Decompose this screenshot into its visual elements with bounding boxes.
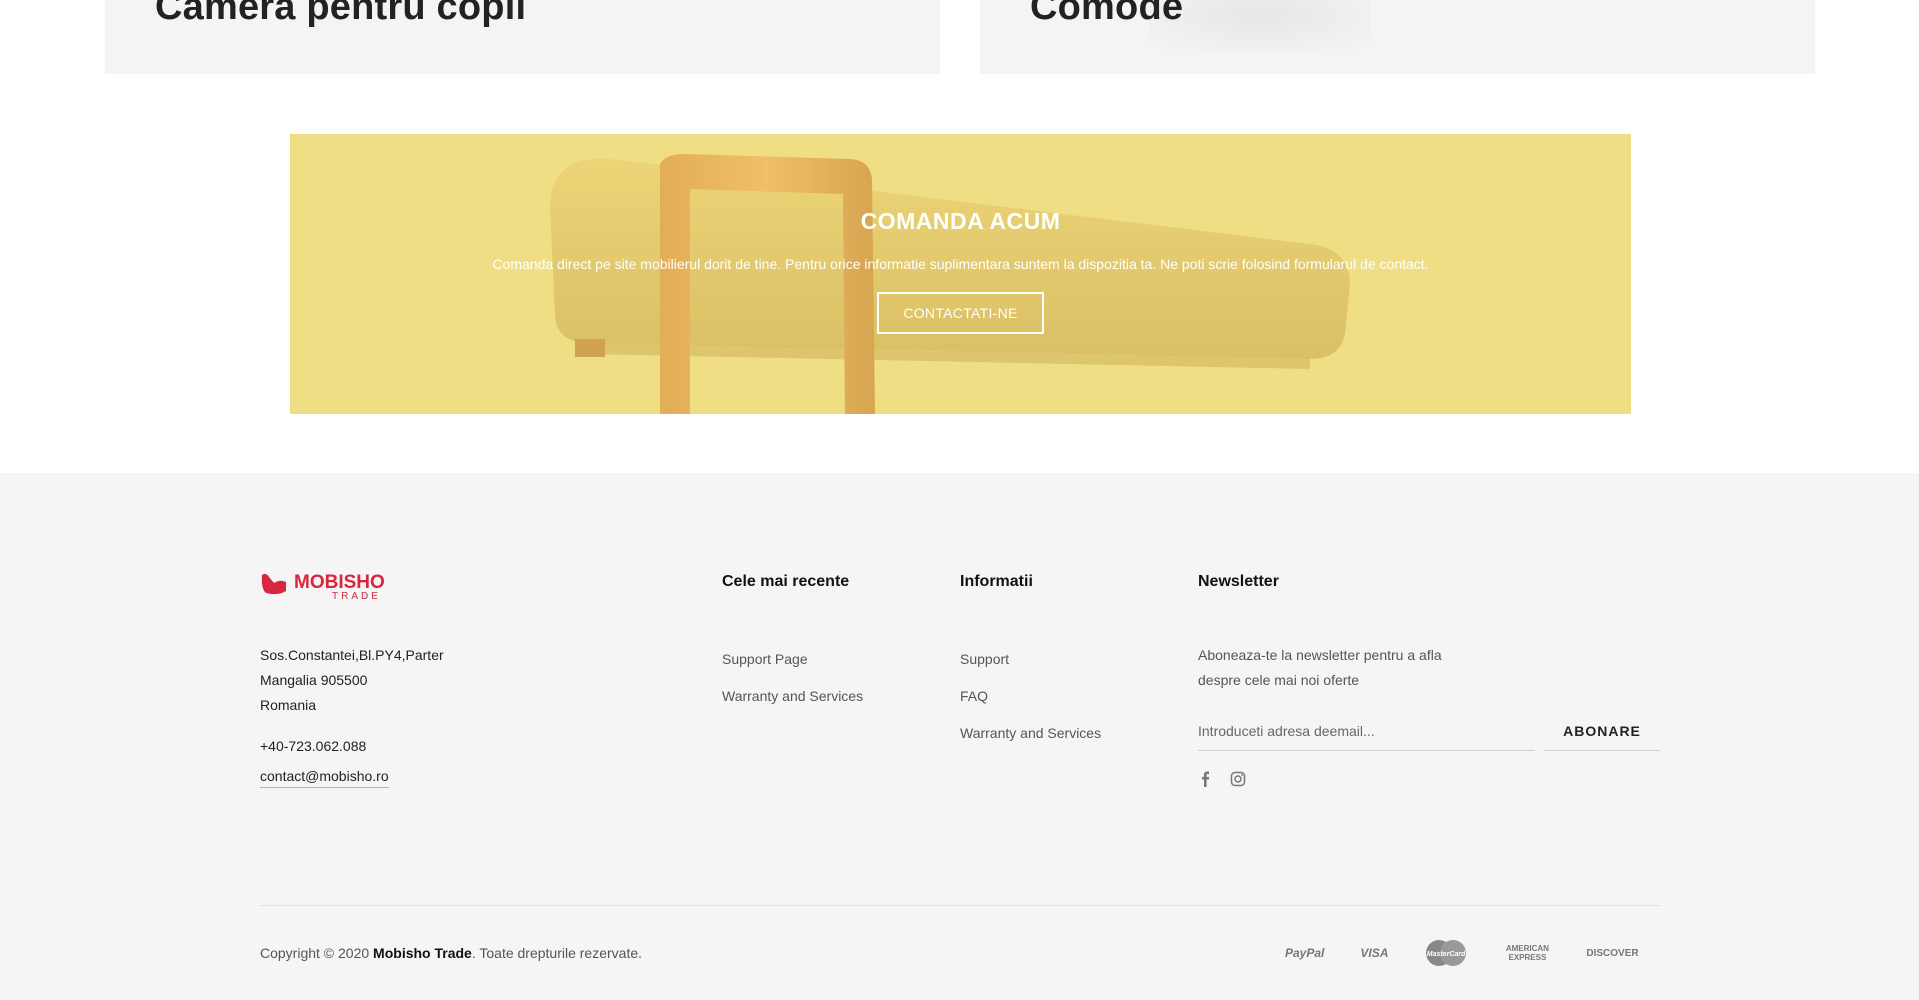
- newsletter-form: ABONARE: [1198, 711, 1660, 751]
- info-link-support[interactable]: Support: [960, 651, 1101, 667]
- address: Sos.Constantei,Bl.PY4,Parter Mangalia 90…: [260, 643, 444, 718]
- copyright-suffix: . Toate drepturile rezervate.: [471, 945, 643, 961]
- svg-text:MOBISHO: MOBISHO: [294, 572, 385, 593]
- email-link[interactable]: contact@mobisho.ro: [260, 768, 389, 788]
- instagram-icon[interactable]: [1230, 771, 1246, 787]
- svg-text:TRADE: TRADE: [332, 591, 381, 601]
- category-card-dressers[interactable]: Comode: [980, 0, 1815, 74]
- category-title: Comode: [1030, 0, 1184, 28]
- banner-content: COMANDA ACUM Comanda direct pe site mobi…: [290, 208, 1631, 334]
- facebook-icon[interactable]: [1198, 771, 1214, 787]
- recent-title: Cele mai recente: [722, 573, 850, 590]
- newsletter-title: Newsletter: [1198, 573, 1279, 590]
- recent-link-support-page[interactable]: Support Page: [722, 651, 863, 667]
- banner-heading: COMANDA ACUM: [860, 208, 1061, 234]
- newsletter-column: Newsletter Aboneaza-te la newsletter pen…: [1198, 573, 1660, 787]
- newsletter-email-input[interactable]: [1198, 711, 1535, 751]
- subscribe-button[interactable]: ABONARE: [1544, 711, 1660, 751]
- info-link-warranty[interactable]: Warranty and Services: [960, 725, 1101, 741]
- discover-icon: DISCOVER: [1586, 947, 1639, 959]
- info-link-faq[interactable]: FAQ: [960, 688, 1101, 704]
- mastercard-icon: MasterCard: [1426, 940, 1467, 966]
- address-line: Mangalia 905500: [260, 672, 368, 688]
- banner-text: Comanda direct pe site mobilierul dorit …: [492, 256, 1429, 272]
- svg-text:MasterCard: MasterCard: [1427, 951, 1466, 958]
- category-card-kids-room[interactable]: Cameră pentru copii: [105, 0, 940, 74]
- social-links: [1198, 771, 1660, 787]
- footer: MOBISHO TRADE Sos.Constantei,Bl.PY4,Part…: [0, 473, 1919, 1000]
- copyright: Copyright © 2020 Mobisho Trade. Toate dr…: [260, 945, 642, 961]
- copyright-prefix: Copyright © 2020: [260, 945, 374, 961]
- cta-banner: COMANDA ACUM Comanda direct pe site mobi…: [290, 134, 1631, 414]
- info-column: Informatii Support FAQ Warranty and Serv…: [960, 573, 1101, 762]
- contact-button[interactable]: CONTACTATI-NE: [877, 292, 1044, 334]
- footer-divider: [260, 905, 1660, 906]
- amex-icon: AMERICAN EXPRESS: [1505, 944, 1549, 962]
- address-line: Romania: [260, 697, 317, 713]
- category-title: Cameră pentru copii: [155, 0, 527, 28]
- page: Cameră pentru copii Comode COMANDA ACUM …: [0, 0, 1919, 1000]
- recent-column: Cele mai recente Support Page Warranty a…: [722, 573, 863, 725]
- copyright-brand: Mobisho Trade: [373, 945, 472, 961]
- phone-number: +40-723.062.088: [260, 738, 367, 754]
- paypal-icon: PayPal: [1285, 946, 1325, 960]
- info-title: Informatii: [960, 573, 1033, 590]
- newsletter-text: Aboneaza-te la newsletter pentru a afla …: [1198, 647, 1442, 688]
- address-line: Sos.Constantei,Bl.PY4,Parter: [260, 647, 444, 663]
- mobisho-logo[interactable]: MOBISHO TRADE: [260, 569, 392, 601]
- chair-icon: [261, 573, 286, 595]
- recent-link-warranty[interactable]: Warranty and Services: [722, 688, 863, 704]
- payment-methods: PayPal VISA MasterCard AMERICAN EXPRESS …: [1285, 939, 1639, 967]
- visa-icon: VISA: [1360, 946, 1389, 960]
